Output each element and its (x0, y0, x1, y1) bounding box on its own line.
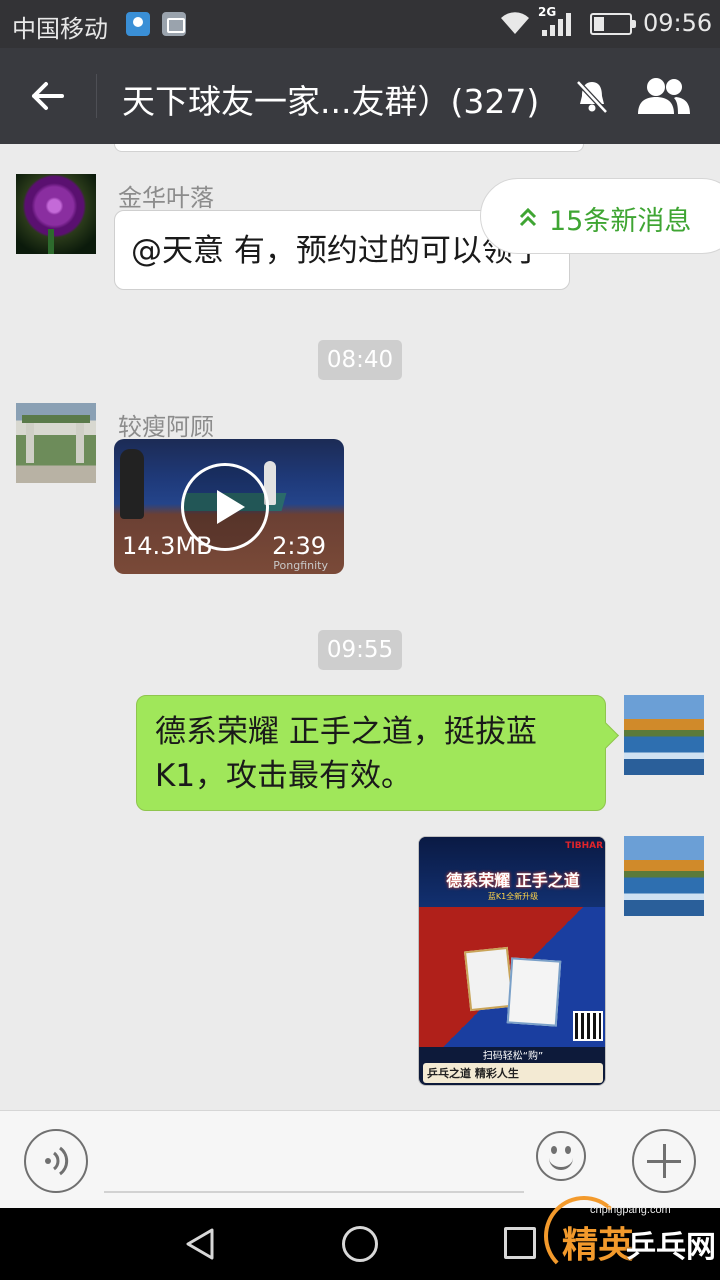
video-duration: 2:39 (272, 532, 326, 560)
wifi-icon (501, 12, 529, 34)
mute-bell-icon (576, 80, 608, 114)
poster-footer: 乒乓之道 精彩人生 (423, 1063, 603, 1083)
timestamp: 08:40 (318, 340, 402, 380)
carrier-name: 中国移动 (12, 15, 108, 43)
new-messages-button[interactable]: 15条新消息 (480, 178, 720, 254)
signal-icon (542, 13, 571, 36)
poster-scan-text: 扫码轻松“购” (482, 1051, 544, 1062)
location-icon (126, 12, 150, 36)
nav-back-icon[interactable] (182, 1226, 218, 1262)
message-input[interactable] (104, 1135, 524, 1193)
avatar[interactable] (624, 836, 704, 916)
avatar[interactable] (624, 695, 704, 775)
watermark-text-b: 乒乓网 (626, 1230, 716, 1265)
image-message[interactable]: TIBHAR 德系荣耀 正手之道 蓝K1全新升级 扫码轻松“购” 乒乓之道 精彩… (418, 836, 606, 1086)
status-bar: 中国移动 2G 09:56 (0, 0, 720, 48)
back-arrow-icon[interactable] (20, 70, 72, 122)
sent-message-bubble[interactable]: 德系荣耀 正手之道，挺拔蓝K1，攻击最有效。 (136, 695, 606, 811)
watermark-url: cnpingpang.com (590, 1204, 671, 1216)
video-message[interactable]: 14.3MB 2:39 Pongfinity (114, 439, 344, 574)
avatar[interactable] (16, 174, 96, 254)
group-members-icon[interactable] (634, 74, 694, 118)
qr-code (573, 1011, 603, 1041)
emoji-icon[interactable] (536, 1131, 586, 1181)
header-divider (96, 74, 97, 118)
status-time: 09:56 (643, 9, 713, 37)
poster-brand: TIBHAR (565, 841, 603, 851)
watermark-text-a: 精英 (562, 1225, 635, 1266)
image-notification-icon (162, 12, 186, 36)
poster-subtitle: 蓝K1全新升级 (487, 892, 539, 901)
product-card (463, 946, 515, 1012)
new-messages-label: 15条新消息 (549, 206, 692, 237)
video-size: 14.3MB (122, 532, 213, 560)
avatar[interactable] (16, 403, 96, 483)
product-card (506, 957, 562, 1027)
chat-messages[interactable]: 金华叶落 @天意 有，预约过的可以领了 15条新消息 08:40 较瘦阿顾 14… (0, 144, 720, 1110)
chat-header: 天下球友一家...友群）(327) (0, 48, 720, 144)
battery-icon (590, 13, 636, 35)
voice-icon[interactable] (24, 1129, 88, 1193)
site-watermark: cnpingpang.com 精英 乒乓网 (536, 1182, 720, 1280)
poster-footer-text: 乒乓之道 精彩人生 (427, 1067, 519, 1080)
timestamp: 09:55 (318, 630, 402, 670)
video-thumbnail-player (120, 449, 144, 519)
previous-message-bubble[interactable] (114, 144, 584, 152)
video-watermark: Pongfinity (273, 559, 328, 572)
nav-recent-icon[interactable] (504, 1227, 536, 1259)
poster-title: 德系荣耀 正手之道 (446, 871, 580, 890)
chat-title[interactable]: 天下球友一家...友群）(327) (122, 75, 539, 123)
sender-name: 金华叶落 (118, 184, 214, 212)
sender-name: 较瘦阿顾 (118, 413, 214, 441)
nav-home-icon[interactable] (342, 1226, 378, 1262)
double-chevron-up-icon (519, 207, 537, 227)
